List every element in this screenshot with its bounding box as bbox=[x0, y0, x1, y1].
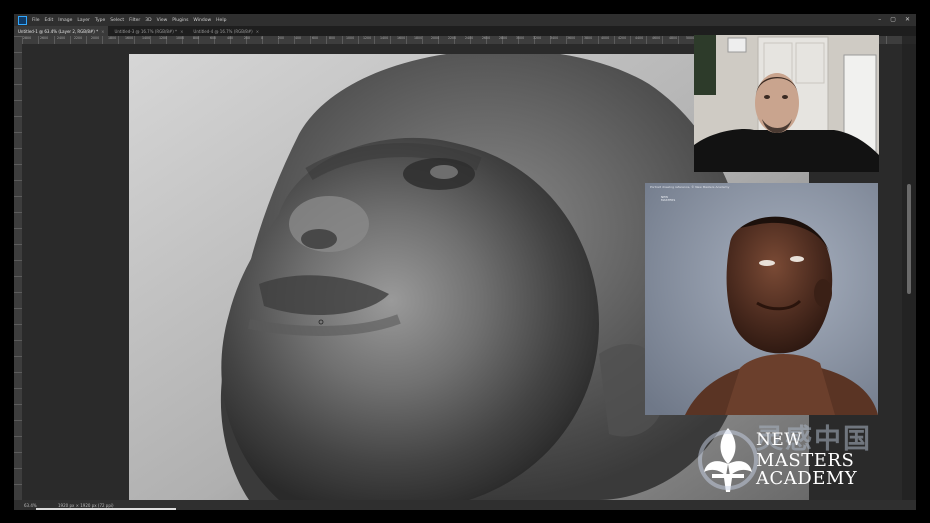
ruler-mark: 1000 bbox=[176, 36, 185, 40]
menu-select[interactable]: Select bbox=[110, 18, 124, 23]
status-bar: 63.4% 1920 px × 1920 px (72 ppi) bbox=[14, 500, 916, 510]
tab-close-icon[interactable]: × bbox=[180, 29, 183, 34]
ruler-mark: 200 bbox=[278, 36, 285, 40]
ruler-mark: 2000 bbox=[431, 36, 440, 40]
ruler-mark: 4600 bbox=[652, 36, 661, 40]
ruler-mark: 1200 bbox=[159, 36, 168, 40]
ruler-mark: 2200 bbox=[448, 36, 457, 40]
webcam-overlay bbox=[694, 35, 879, 172]
tab-close-icon[interactable]: × bbox=[101, 29, 104, 34]
ruler-mark: 2800 bbox=[23, 36, 32, 40]
menu-filter[interactable]: Filter bbox=[129, 18, 140, 23]
menu-bar: File Edit Image Layer Type Select Filter… bbox=[14, 14, 916, 26]
reference-photo: Portrait drawing reference, © New Master… bbox=[645, 183, 878, 415]
menu-layer[interactable]: Layer bbox=[77, 18, 90, 23]
watermark-line-new: NEW bbox=[756, 430, 803, 450]
ruler-mark: 3400 bbox=[550, 36, 559, 40]
ruler-mark: 1800 bbox=[414, 36, 423, 40]
maximize-icon[interactable]: ▢ bbox=[890, 16, 896, 23]
menu-help[interactable]: Help bbox=[216, 18, 226, 23]
ruler-mark: 600 bbox=[312, 36, 319, 40]
reference-caption: Portrait drawing reference, © New Master… bbox=[650, 185, 730, 189]
tab-label: Untitled-1 @ 63.4% (Layer 2, RGB/8#) * bbox=[18, 28, 99, 34]
ruler-mark: 2000 bbox=[91, 36, 100, 40]
ruler-mark: 1600 bbox=[125, 36, 134, 40]
window-controls: – ▢ ✕ bbox=[878, 16, 910, 23]
ruler-mark: 4200 bbox=[618, 36, 627, 40]
ruler-mark: 4800 bbox=[669, 36, 678, 40]
menu-window[interactable]: Window bbox=[193, 18, 211, 23]
ruler-mark: 2800 bbox=[499, 36, 508, 40]
scroll-thumb[interactable] bbox=[907, 184, 911, 294]
ruler-mark: 200 bbox=[244, 36, 251, 40]
ruler-mark: 800 bbox=[329, 36, 336, 40]
ruler-mark: 400 bbox=[227, 36, 234, 40]
menu-plugins[interactable]: Plugins bbox=[172, 18, 188, 23]
ruler-numbers: 2800 2600 2400 2200 2000 1800 1600 1400 1200 1000… bbox=[22, 36, 787, 40]
ruler-mark: 2600 bbox=[40, 36, 49, 40]
watermark-line-academy: ACADEMY bbox=[756, 468, 858, 489]
ruler-mark: 1400 bbox=[380, 36, 389, 40]
ruler-mark: 3800 bbox=[584, 36, 593, 40]
vertical-ruler[interactable] bbox=[14, 36, 22, 500]
ruler-mark: 1400 bbox=[142, 36, 151, 40]
menu-type[interactable]: Type bbox=[95, 18, 105, 23]
ruler-mark: 2400 bbox=[465, 36, 474, 40]
zoom-level[interactable]: 63.4% bbox=[24, 503, 52, 508]
reference-logo-line2: MASTERS bbox=[661, 198, 676, 203]
ruler-mark: 4400 bbox=[635, 36, 644, 40]
ruler-mark: 400 bbox=[295, 36, 302, 40]
instructor-video bbox=[694, 35, 879, 172]
menu-edit[interactable]: Edit bbox=[45, 18, 54, 23]
reference-image bbox=[645, 183, 878, 415]
tab-label: Untitled-3 @ 16.7% (RGB/8#) * bbox=[114, 28, 178, 34]
reference-logo: NEW MASTERS bbox=[661, 195, 676, 203]
tab-label: Untitled-4 @ 16.7% (RGB/8#) bbox=[193, 28, 253, 34]
minimize-icon[interactable]: – bbox=[878, 16, 881, 23]
menu-image[interactable]: Image bbox=[58, 18, 72, 23]
ruler-mark: 4000 bbox=[601, 36, 610, 40]
ruler-mark: 600 bbox=[210, 36, 217, 40]
ruler-mark: 2600 bbox=[482, 36, 491, 40]
photoshop-logo-icon[interactable] bbox=[18, 15, 27, 25]
tab-document-4[interactable]: Untitled-4 @ 16.7% (RGB/8#) × bbox=[189, 26, 263, 36]
ruler-mark: 800 bbox=[193, 36, 200, 40]
tab-document-3[interactable]: Untitled-3 @ 16.7% (RGB/8#) * × bbox=[110, 26, 187, 36]
new-masters-academy-watermark: 灵感中国 NEW MASTERS ACADEMY bbox=[696, 418, 906, 498]
tab-close-icon[interactable]: × bbox=[256, 29, 259, 34]
ruler-mark: 1600 bbox=[397, 36, 406, 40]
fleur-de-lis-icon bbox=[698, 428, 758, 492]
ruler-ticks bbox=[14, 36, 22, 500]
ruler-mark: 3200 bbox=[533, 36, 542, 40]
menu-3d[interactable]: 3D bbox=[145, 18, 151, 23]
document-info[interactable]: 1920 px × 1920 px (72 ppi) bbox=[58, 503, 114, 508]
ruler-mark: 1000 bbox=[346, 36, 355, 40]
progress-bar bbox=[36, 508, 176, 510]
ruler-mark: 3600 bbox=[567, 36, 576, 40]
ruler-mark: 1800 bbox=[108, 36, 117, 40]
menu-file[interactable]: File bbox=[32, 18, 40, 23]
ruler-mark: 1200 bbox=[363, 36, 372, 40]
ruler-mark: 0 bbox=[261, 36, 264, 40]
tab-document-1[interactable]: Untitled-1 @ 63.4% (Layer 2, RGB/8#) * × bbox=[14, 26, 109, 36]
ruler-mark: 3000 bbox=[516, 36, 525, 40]
ruler-mark: 2400 bbox=[57, 36, 66, 40]
close-icon[interactable]: ✕ bbox=[905, 16, 910, 23]
ruler-mark: 2200 bbox=[74, 36, 83, 40]
menu-view[interactable]: View bbox=[157, 18, 168, 23]
